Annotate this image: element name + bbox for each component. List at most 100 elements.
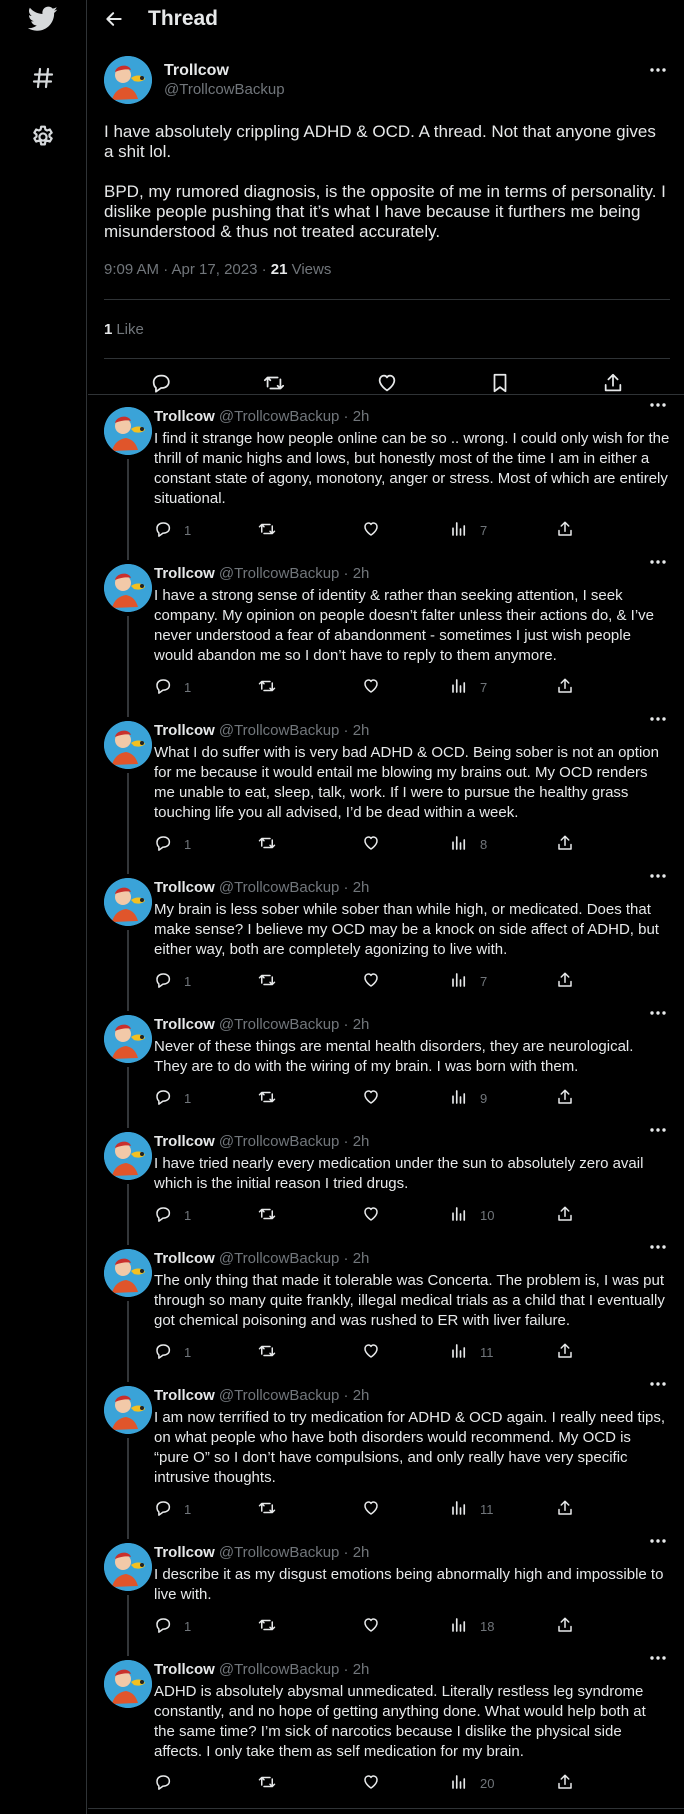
avatar[interactable] (104, 1660, 152, 1708)
author-handle-time[interactable]: @TrollcowBackup · 2h (219, 1386, 370, 1406)
more-options-icon[interactable] (646, 60, 670, 80)
share-button[interactable] (556, 1773, 574, 1794)
retweet-button[interactable] (258, 971, 362, 992)
more-options-icon[interactable] (646, 1648, 670, 1668)
share-button[interactable] (556, 520, 574, 541)
author-name[interactable]: Trollcow (154, 1543, 215, 1562)
share-button[interactable] (556, 1205, 574, 1226)
reply-tweet[interactable]: Trollcow @TrollcowBackup · 2h Never of the… (88, 1003, 684, 1128)
retweet-button[interactable] (258, 1499, 362, 1520)
views-button[interactable]: 9 (450, 1088, 556, 1109)
views-button[interactable]: 7 (450, 520, 556, 541)
reply-tweet[interactable]: Trollcow @TrollcowBackup · 2h I describe i… (88, 1531, 684, 1656)
author-handle-time[interactable]: @TrollcowBackup · 2h (219, 1015, 370, 1035)
reply-tweet[interactable]: Trollcow @TrollcowBackup · 2h The only thi… (88, 1237, 684, 1382)
reply-button[interactable]: 1 (154, 971, 258, 992)
like-button[interactable] (362, 1499, 450, 1520)
author-name[interactable]: Trollcow (154, 407, 215, 426)
gear-icon[interactable] (26, 120, 60, 154)
author-handle-time[interactable]: @TrollcowBackup · 2h (219, 1249, 370, 1269)
views-button[interactable]: 20 (450, 1773, 556, 1794)
reply-tweet[interactable]: Trollcow @TrollcowBackup · 2h ADHD is abso… (88, 1648, 684, 1814)
author-name[interactable]: Trollcow (154, 564, 215, 583)
share-button[interactable] (556, 1499, 574, 1520)
more-options-icon[interactable] (646, 1003, 670, 1023)
reply-tweet[interactable]: Trollcow @TrollcowBackup · 2h I am now ter… (88, 1374, 684, 1539)
like-button[interactable] (362, 834, 450, 855)
author-handle-time[interactable]: @TrollcowBackup · 2h (219, 1660, 370, 1680)
share-button[interactable] (556, 1616, 574, 1637)
more-options-icon[interactable] (646, 1237, 670, 1257)
views-button[interactable]: 11 (450, 1499, 556, 1520)
like-button[interactable] (362, 520, 450, 541)
reply-tweet[interactable]: Trollcow @TrollcowBackup · 2h My brain is … (88, 866, 684, 1011)
more-options-icon[interactable] (646, 1374, 670, 1394)
share-button[interactable] (556, 1342, 574, 1363)
avatar[interactable] (104, 878, 152, 926)
views-button[interactable]: 11 (450, 1342, 556, 1363)
reply-button[interactable]: 1 (154, 1205, 258, 1226)
author-handle-time[interactable]: @TrollcowBackup · 2h (219, 1543, 370, 1563)
reply-button[interactable]: 1 (154, 834, 258, 855)
retweet-button[interactable] (258, 1088, 362, 1109)
avatar[interactable] (104, 56, 152, 104)
like-button[interactable] (362, 971, 450, 992)
share-button[interactable] (556, 677, 574, 698)
more-options-icon[interactable] (646, 1120, 670, 1140)
like-button[interactable] (362, 1342, 450, 1363)
reply-tweet[interactable]: Trollcow @TrollcowBackup · 2h I have a str… (88, 552, 684, 717)
like-button[interactable] (362, 1616, 450, 1637)
author-name[interactable]: Trollcow (154, 878, 215, 897)
like-button[interactable] (362, 1205, 450, 1226)
reply-button[interactable]: 1 (154, 1088, 258, 1109)
likes-stat[interactable]: 1 Like (104, 300, 670, 358)
avatar[interactable] (104, 1543, 152, 1591)
reply-button[interactable]: 1 (154, 1616, 258, 1637)
retweet-button[interactable] (258, 1205, 362, 1226)
reply-tweet[interactable]: Trollcow @TrollcowBackup · 2h What I do su… (88, 709, 684, 874)
author-name[interactable]: Trollcow (154, 1386, 215, 1405)
reply-button[interactable]: 1 (154, 1499, 258, 1520)
author-name[interactable]: Trollcow (154, 1015, 215, 1034)
hashtag-icon[interactable] (26, 61, 60, 95)
more-options-icon[interactable] (646, 709, 670, 729)
author-handle-time[interactable]: @TrollcowBackup · 2h (219, 1132, 370, 1152)
author-name[interactable]: Trollcow (154, 1249, 215, 1268)
retweet-button[interactable] (258, 1342, 362, 1363)
more-options-icon[interactable] (646, 866, 670, 886)
retweet-button[interactable] (258, 520, 362, 541)
reply-tweet[interactable]: Trollcow @TrollcowBackup · 2h I find it st… (88, 395, 684, 560)
views-button[interactable]: 18 (450, 1616, 556, 1637)
avatar[interactable] (104, 1132, 152, 1180)
author-handle-time[interactable]: @TrollcowBackup · 2h (219, 564, 370, 584)
share-button[interactable] (556, 834, 574, 855)
author-name[interactable]: Trollcow (154, 1132, 215, 1151)
back-arrow-icon[interactable] (90, 0, 138, 38)
author-handle-time[interactable]: @TrollcowBackup · 2h (219, 407, 370, 427)
retweet-button[interactable] (258, 1616, 362, 1637)
views-button[interactable]: 10 (450, 1205, 556, 1226)
views-button[interactable]: 7 (450, 971, 556, 992)
views-button[interactable]: 7 (450, 677, 556, 698)
like-button[interactable] (362, 1088, 450, 1109)
avatar[interactable] (104, 564, 152, 612)
avatar[interactable] (104, 1386, 152, 1434)
reply-tweet[interactable]: Trollcow @TrollcowBackup · 2h I have tried… (88, 1120, 684, 1245)
author-name[interactable]: Trollcow (154, 721, 215, 740)
more-options-icon[interactable] (646, 552, 670, 572)
author-handle[interactable]: @TrollcowBackup (164, 80, 285, 100)
author-handle-time[interactable]: @TrollcowBackup · 2h (219, 721, 370, 741)
avatar[interactable] (104, 407, 152, 455)
more-options-icon[interactable] (646, 395, 670, 415)
avatar[interactable] (104, 1249, 152, 1297)
like-button[interactable] (362, 677, 450, 698)
views-button[interactable]: 8 (450, 834, 556, 855)
retweet-button[interactable] (258, 677, 362, 698)
retweet-button[interactable] (258, 1773, 362, 1794)
reply-button[interactable] (154, 1773, 258, 1794)
reply-button[interactable]: 1 (154, 677, 258, 698)
more-options-icon[interactable] (646, 1531, 670, 1551)
retweet-button[interactable] (258, 834, 362, 855)
reply-button[interactable]: 1 (154, 1342, 258, 1363)
author-handle-time[interactable]: @TrollcowBackup · 2h (219, 878, 370, 898)
